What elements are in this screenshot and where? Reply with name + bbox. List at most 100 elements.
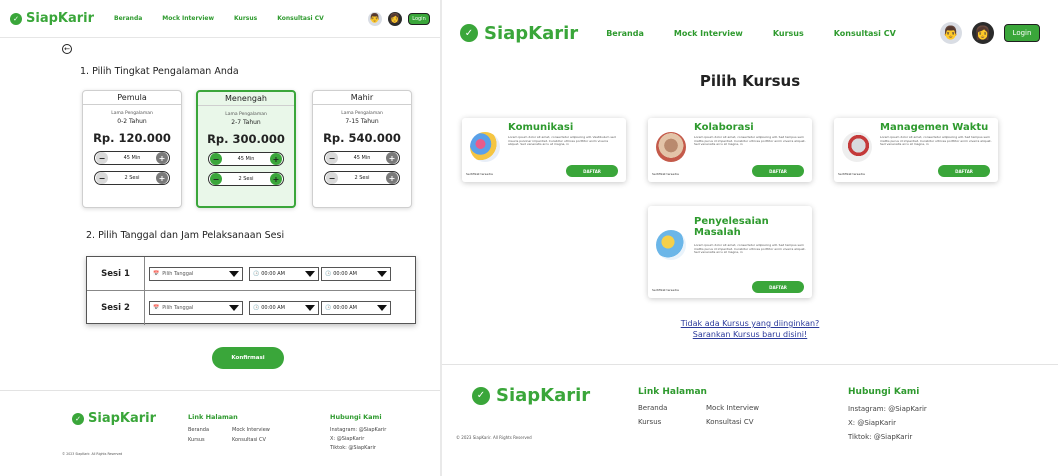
certificate-label: Sertifikat tersedia	[466, 172, 493, 176]
brand-name: SiapKarir	[88, 411, 157, 426]
course-title: Managemen Waktu	[880, 122, 989, 133]
footer-link-kursus[interactable]: Kursus	[638, 418, 706, 426]
dropdown-arrow-icon	[305, 305, 315, 311]
contact-instagram[interactable]: Instagram: @SiapKarir	[330, 427, 386, 433]
nav-link-mock-interview[interactable]: Mock Interview	[674, 29, 743, 38]
footer-link-konsultasi-cv[interactable]: Konsultasi CV	[706, 418, 796, 426]
register-button[interactable]: DAFTAR	[752, 165, 804, 177]
end-time-select[interactable]: 🕒 00:00 AM	[321, 266, 391, 281]
course-card-penyelesaian-masalah[interactable]: Penyelesaian Masalah Lorem ipsum dolor s…	[648, 206, 812, 298]
login-button[interactable]: Login	[1004, 24, 1040, 42]
profile-avatar[interactable]: 👩	[972, 22, 994, 44]
duration-stepper: − 45 Min +	[208, 152, 284, 166]
level-card-pemula[interactable]: Pemula Lama Pengalaman 0-2 Tahun Rp. 120…	[82, 90, 182, 208]
nav-link-kursus[interactable]: Kursus	[234, 15, 257, 22]
level-price: Rp. 540.000	[323, 131, 401, 145]
plus-icon[interactable]: +	[155, 172, 168, 184]
register-button[interactable]: DAFTAR	[566, 165, 618, 177]
start-time-select[interactable]: 🕒 00:00 AM	[249, 301, 319, 315]
footer-link-konsultasi-cv[interactable]: Konsultasi CV	[232, 437, 292, 443]
footer-link-beranda[interactable]: Beranda	[638, 404, 706, 412]
nav-link-konsultasi-cv[interactable]: Konsultasi CV	[834, 29, 896, 38]
plus-icon[interactable]: +	[385, 172, 398, 184]
level-card-menengah[interactable]: Menengah Lama Pengalaman 2-7 Tahun Rp. 3…	[196, 90, 296, 208]
course-card-managemen-waktu[interactable]: Managemen Waktu Lorem ipsum dolor sit am…	[834, 118, 998, 182]
back-arrow-icon[interactable]: ←	[62, 44, 72, 54]
register-button[interactable]: DAFTAR	[938, 165, 990, 177]
nav-link-mock-interview[interactable]: Mock Interview	[162, 15, 214, 22]
minus-icon[interactable]: −	[96, 172, 108, 184]
course-description: Lorem ipsum dolor sit amet, consectetur …	[508, 135, 616, 147]
course-panel: ✓ SiapKarir Beranda Mock Interview Kursu…	[442, 0, 1058, 476]
dropdown-arrow-icon	[377, 305, 387, 311]
user-avatar[interactable]: 👨	[940, 22, 962, 44]
confirm-button[interactable]: Konfirmasi	[212, 347, 284, 369]
date-select[interactable]: 📅 Pilih Tanggal	[149, 266, 243, 281]
plus-icon[interactable]: +	[385, 152, 398, 164]
logo-icon: ✓	[10, 12, 22, 25]
contact-x[interactable]: X: @SiapKarir	[330, 436, 386, 442]
contact-x[interactable]: X: @SiapKarir	[848, 419, 927, 427]
user-avatar[interactable]: 👨	[368, 11, 382, 26]
footer-logo[interactable]: ✓ SiapKarir	[72, 411, 156, 426]
session-row: Sesi 1 📅 Pilih Tanggal 🕒 00:00 AM 🕒 00:0…	[87, 256, 415, 291]
dropdown-arrow-icon	[229, 270, 239, 277]
footer-links-title: Link Halaman	[188, 413, 238, 421]
logo-icon: ✓	[472, 386, 490, 405]
nav-link-kursus[interactable]: Kursus	[773, 29, 804, 38]
minus-icon[interactable]: −	[326, 172, 338, 184]
brand-logo[interactable]: ✓ SiapKarir	[460, 23, 578, 44]
course-title: Komunikasi	[508, 122, 574, 133]
course-description: Lorem ipsum dolor sit amet, consectetur …	[694, 243, 806, 255]
register-button[interactable]: DAFTAR	[752, 281, 804, 293]
session-value: 2 Sesi	[354, 175, 370, 181]
footer-link-beranda[interactable]: Beranda	[188, 427, 232, 433]
login-button[interactable]: Login	[408, 12, 430, 25]
page-title: Pilih Kursus	[699, 72, 801, 90]
experience-label: Lama Pengalaman	[111, 111, 153, 116]
course-card-kolaborasi[interactable]: Kolaborasi Lorem ipsum dolor sit amet, c…	[648, 118, 812, 182]
plus-icon[interactable]: +	[269, 153, 282, 165]
minus-icon[interactable]: −	[326, 152, 338, 164]
nav-link-beranda[interactable]: Beranda	[114, 15, 142, 22]
nav-links: Beranda Mock Interview Kursus Konsultasi…	[606, 29, 896, 38]
date-select[interactable]: 📅 Pilih Tanggal	[149, 301, 243, 315]
minus-icon[interactable]: −	[210, 153, 222, 165]
nav-actions: 👨 👩 Login	[368, 11, 430, 26]
logo-icon: ✓	[460, 24, 478, 42]
footer: ✓ SiapKarir © 2023 SiapKarir. All Rights…	[0, 390, 440, 476]
profile-avatar[interactable]: 👩	[388, 11, 402, 26]
level-price: Rp. 300.000	[207, 132, 285, 146]
footer-logo[interactable]: ✓ SiapKarir	[472, 385, 590, 406]
contact-tiktok[interactable]: Tiktok: @SiapKarir	[330, 445, 386, 451]
footer-contact-title: Hubungi Kami	[848, 387, 920, 397]
nav-link-konsultasi-cv[interactable]: Konsultasi CV	[277, 15, 324, 22]
end-time-select[interactable]: 🕒 00:00 AM	[321, 301, 391, 315]
suggest-line-2: Sarankan Kursus baru disini!	[692, 330, 808, 339]
start-time-select[interactable]: 🕒 00:00 AM	[249, 266, 319, 281]
minus-icon[interactable]: −	[96, 152, 108, 164]
nav-actions: 👨 👩 Login	[940, 22, 1040, 44]
dropdown-arrow-icon	[377, 270, 387, 277]
footer-link-mock-interview[interactable]: Mock Interview	[706, 404, 796, 412]
brand-logo[interactable]: ✓ SiapKarir	[10, 11, 94, 26]
level-card-mahir[interactable]: Mahir Lama Pengalaman 7-15 Tahun Rp. 540…	[312, 90, 412, 208]
footer-links: Link Halaman Beranda Mock Interview Kurs…	[638, 387, 796, 426]
minus-icon[interactable]: −	[210, 173, 222, 185]
plus-icon[interactable]: +	[155, 152, 168, 164]
experience-years: 7-15 Tahun	[345, 118, 379, 125]
level-name: Mahir	[313, 91, 411, 105]
footer-link-mock-interview[interactable]: Mock Interview	[232, 427, 292, 433]
nav-link-beranda[interactable]: Beranda	[606, 29, 644, 38]
clock-icon: 🕒	[253, 305, 260, 311]
plus-icon[interactable]: +	[269, 173, 282, 185]
footer-links: Link Halaman Beranda Mock Interview Kurs…	[188, 413, 292, 443]
footer-link-kursus[interactable]: Kursus	[188, 437, 232, 443]
nav-links: Beranda Mock Interview Kursus Konsultasi…	[114, 15, 324, 22]
contact-tiktok[interactable]: Tiktok: @SiapKarir	[848, 433, 927, 441]
suggest-course-link[interactable]: Tidak ada Kursus yang diinginkan? Sarank…	[442, 318, 1058, 340]
session-label: Sesi 2	[87, 291, 145, 325]
date-placeholder: Pilih Tanggal	[162, 305, 194, 311]
contact-instagram[interactable]: Instagram: @SiapKarir	[848, 405, 927, 413]
course-card-komunikasi[interactable]: Komunikasi Lorem ipsum dolor sit amet, c…	[462, 118, 626, 182]
